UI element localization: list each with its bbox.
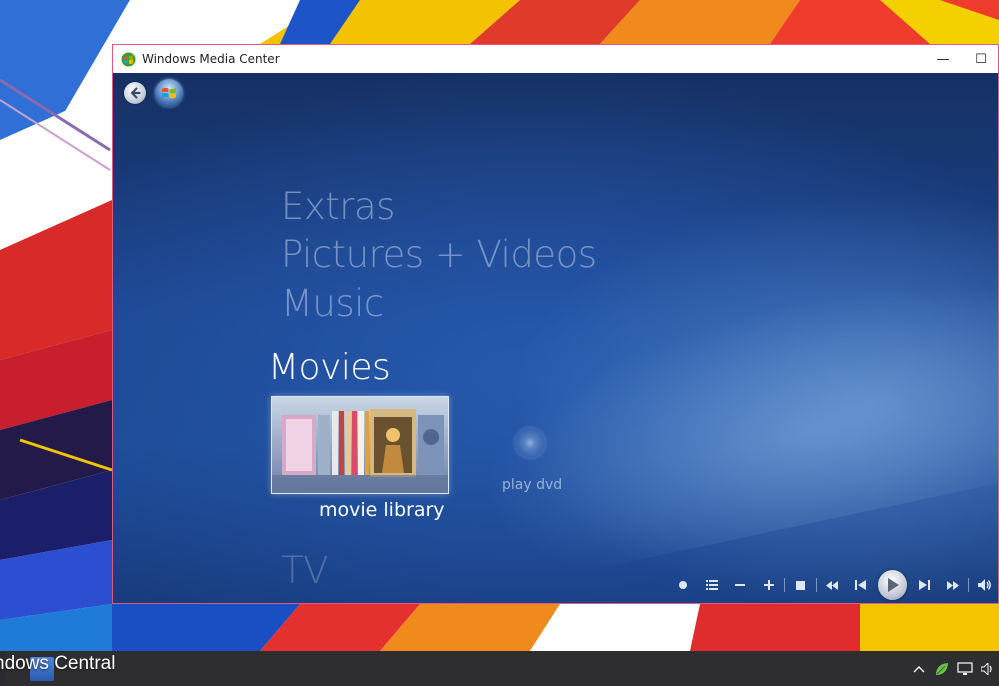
stop-icon — [795, 580, 805, 590]
back-arrow-icon — [130, 87, 141, 99]
media-center-window: Windows Media Center — ☐ Extras Pictures… — [112, 44, 999, 604]
media-center-content: Extras Pictures + Videos Music Movies TV — [113, 73, 998, 603]
record-icon — [679, 581, 688, 589]
stop-button[interactable] — [786, 570, 815, 600]
background-glow — [456, 257, 998, 589]
chevron-up-icon[interactable] — [910, 660, 928, 678]
back-button[interactable] — [124, 82, 146, 104]
separator — [815, 578, 817, 592]
windows-logo-icon — [162, 87, 176, 99]
menu-item-pictures-videos[interactable]: Pictures + Videos — [281, 233, 597, 276]
record-button[interactable] — [669, 570, 698, 600]
maximize-button[interactable]: ☐ — [958, 45, 998, 73]
leaf-icon[interactable] — [933, 660, 951, 678]
plus-icon — [763, 580, 774, 590]
play-icon — [887, 578, 899, 592]
skip-forward-button[interactable] — [910, 570, 939, 600]
volume-down-button[interactable] — [726, 570, 755, 600]
list-icon — [705, 580, 718, 590]
rewind-button[interactable] — [818, 570, 847, 600]
watermark-text: ndows Central — [0, 653, 116, 674]
taskbar — [0, 651, 999, 686]
separator — [968, 578, 970, 592]
movie-library-tile[interactable] — [271, 396, 449, 494]
dvd-disc-icon[interactable] — [515, 428, 545, 458]
title-bar[interactable]: Windows Media Center — ☐ — [113, 45, 998, 73]
fast-forward-button[interactable] — [939, 570, 968, 600]
skip-back-icon — [855, 580, 867, 590]
rewind-icon — [825, 580, 838, 590]
media-center-logo-icon — [121, 52, 136, 67]
speaker-icon — [977, 579, 991, 591]
play-button[interactable] — [877, 570, 908, 600]
menu-item-tv[interactable]: TV — [281, 549, 328, 592]
network-icon[interactable] — [956, 660, 974, 678]
skip-back-button[interactable] — [846, 570, 875, 600]
fast-forward-icon — [947, 580, 960, 590]
movie-shelf-thumbnail — [272, 397, 448, 493]
system-tray — [907, 651, 999, 686]
volume-button[interactable] — [970, 570, 998, 600]
movie-library-label: movie library — [319, 499, 445, 521]
window-title: Windows Media Center — [142, 52, 280, 66]
menu-item-music[interactable]: Music — [281, 282, 384, 325]
play-dvd-label[interactable]: play dvd — [502, 477, 562, 493]
media-center-start-button[interactable] — [155, 79, 183, 107]
separator — [784, 578, 786, 592]
skip-forward-icon — [919, 580, 931, 590]
menu-item-extras[interactable]: Extras — [281, 185, 395, 228]
guide-button[interactable] — [698, 570, 727, 600]
menu-item-movies[interactable]: Movies — [268, 347, 391, 388]
minus-icon — [735, 584, 746, 586]
speaker-icon[interactable] — [979, 660, 997, 678]
volume-up-button[interactable] — [755, 570, 784, 600]
transport-controls — [669, 570, 998, 600]
